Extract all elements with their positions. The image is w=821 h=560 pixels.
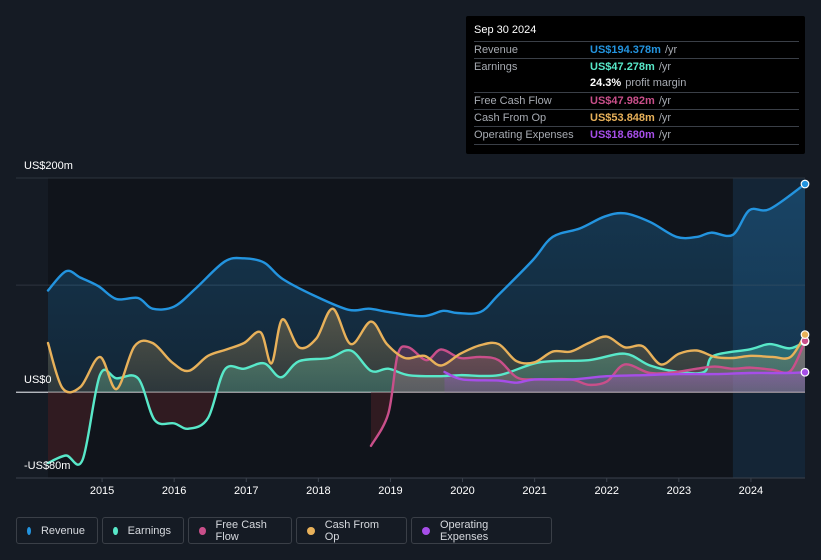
tooltip-unit: /yr [658, 129, 672, 141]
tooltip-row-revenue: Revenue US$194.378m/yr [474, 41, 799, 59]
x-tick-label-2022: 2022 [594, 485, 619, 497]
free-cash-flow-dot-icon [199, 526, 206, 535]
legend: Revenue Earnings Free Cash Flow Cash Fro… [16, 517, 552, 544]
tooltip-label: Earnings [474, 61, 518, 73]
x-tick-label-2024: 2024 [738, 485, 764, 497]
tooltip-date: Sep 30 2024 [474, 24, 537, 36]
x-tick-label-2023: 2023 [666, 485, 692, 497]
earnings-dot-icon [113, 526, 118, 535]
x-tick-label-2019: 2019 [378, 485, 403, 497]
legend-label: Earnings [127, 524, 171, 537]
tooltip-value-fcf: US$47.982m [590, 95, 655, 107]
tooltip-row-opex: Operating Expenses US$18.680m/yr [474, 126, 799, 145]
tooltip-value-revenue: US$194.378m [590, 44, 661, 56]
tooltip-label: Operating Expenses [474, 129, 574, 141]
tooltip-profit-margin-value: 24.3% [590, 77, 622, 89]
x-tick-label-2017: 2017 [234, 485, 259, 497]
x-tick-label-2021: 2021 [522, 485, 547, 497]
operating-expenses-dot-icon [422, 526, 430, 535]
x-tick-label-2015: 2015 [89, 485, 115, 497]
tooltip-profit-margin-text: profit margin [625, 77, 687, 89]
tooltip-value-cfo: US$53.848m [590, 112, 655, 124]
legend-label: Revenue [40, 524, 85, 537]
x-tick-label-2020: 2020 [450, 485, 475, 497]
tooltip-value-opex: US$18.680m [590, 129, 655, 141]
x-tick-label-2016: 2016 [161, 485, 187, 497]
legend-item-revenue[interactable]: Revenue [16, 517, 98, 544]
end-marker-cash-from-op [800, 330, 810, 339]
revenue-dot-icon [27, 526, 31, 535]
legend-item-earnings[interactable]: Earnings [102, 517, 184, 544]
tooltip-label: Revenue [474, 44, 519, 56]
legend-item-free-cash-flow[interactable]: Free Cash Flow [188, 517, 292, 544]
cash-from-op-dot-icon [307, 526, 315, 535]
legend-item-operating-expenses[interactable]: Operating Expenses [411, 517, 552, 544]
y-tick-label-0: US$0 [24, 374, 52, 386]
legend-item-cash-from-op[interactable]: Cash From Op [296, 517, 407, 544]
tooltip-row-fcf: Free Cash Flow US$47.982m/yr [474, 92, 799, 110]
tooltip-value-earnings: US$47.278m [590, 61, 655, 73]
legend-label: Free Cash Flow [215, 518, 267, 543]
y-tick-label-200: US$200m [24, 160, 73, 172]
end-marker-operating-expenses [800, 367, 810, 377]
tooltip-panel: Sep 30 2024 Revenue US$194.378m/yr Earni… [466, 16, 805, 154]
tooltip-row-cfo: Cash From Op US$53.848m/yr [474, 109, 799, 127]
tooltip-unit: /yr [658, 95, 672, 107]
tooltip-label: Cash From Op [474, 112, 547, 124]
tooltip-unit: /yr [658, 112, 672, 124]
legend-label: Cash From Op [324, 518, 380, 543]
tooltip-row-earnings: Earnings US$47.278m/yr [474, 58, 799, 76]
y-tick-label-neg80: -US$80m [24, 460, 71, 472]
tooltip-label: Free Cash Flow [474, 95, 552, 107]
tooltip-unit: /yr [664, 44, 678, 56]
tooltip-row-margin: 24.3% profit margin [474, 75, 799, 92]
tooltip-unit: /yr [658, 61, 672, 73]
legend-label: Operating Expenses [439, 518, 489, 543]
x-tick-label-2018: 2018 [306, 485, 331, 497]
end-marker-revenue [800, 179, 810, 189]
